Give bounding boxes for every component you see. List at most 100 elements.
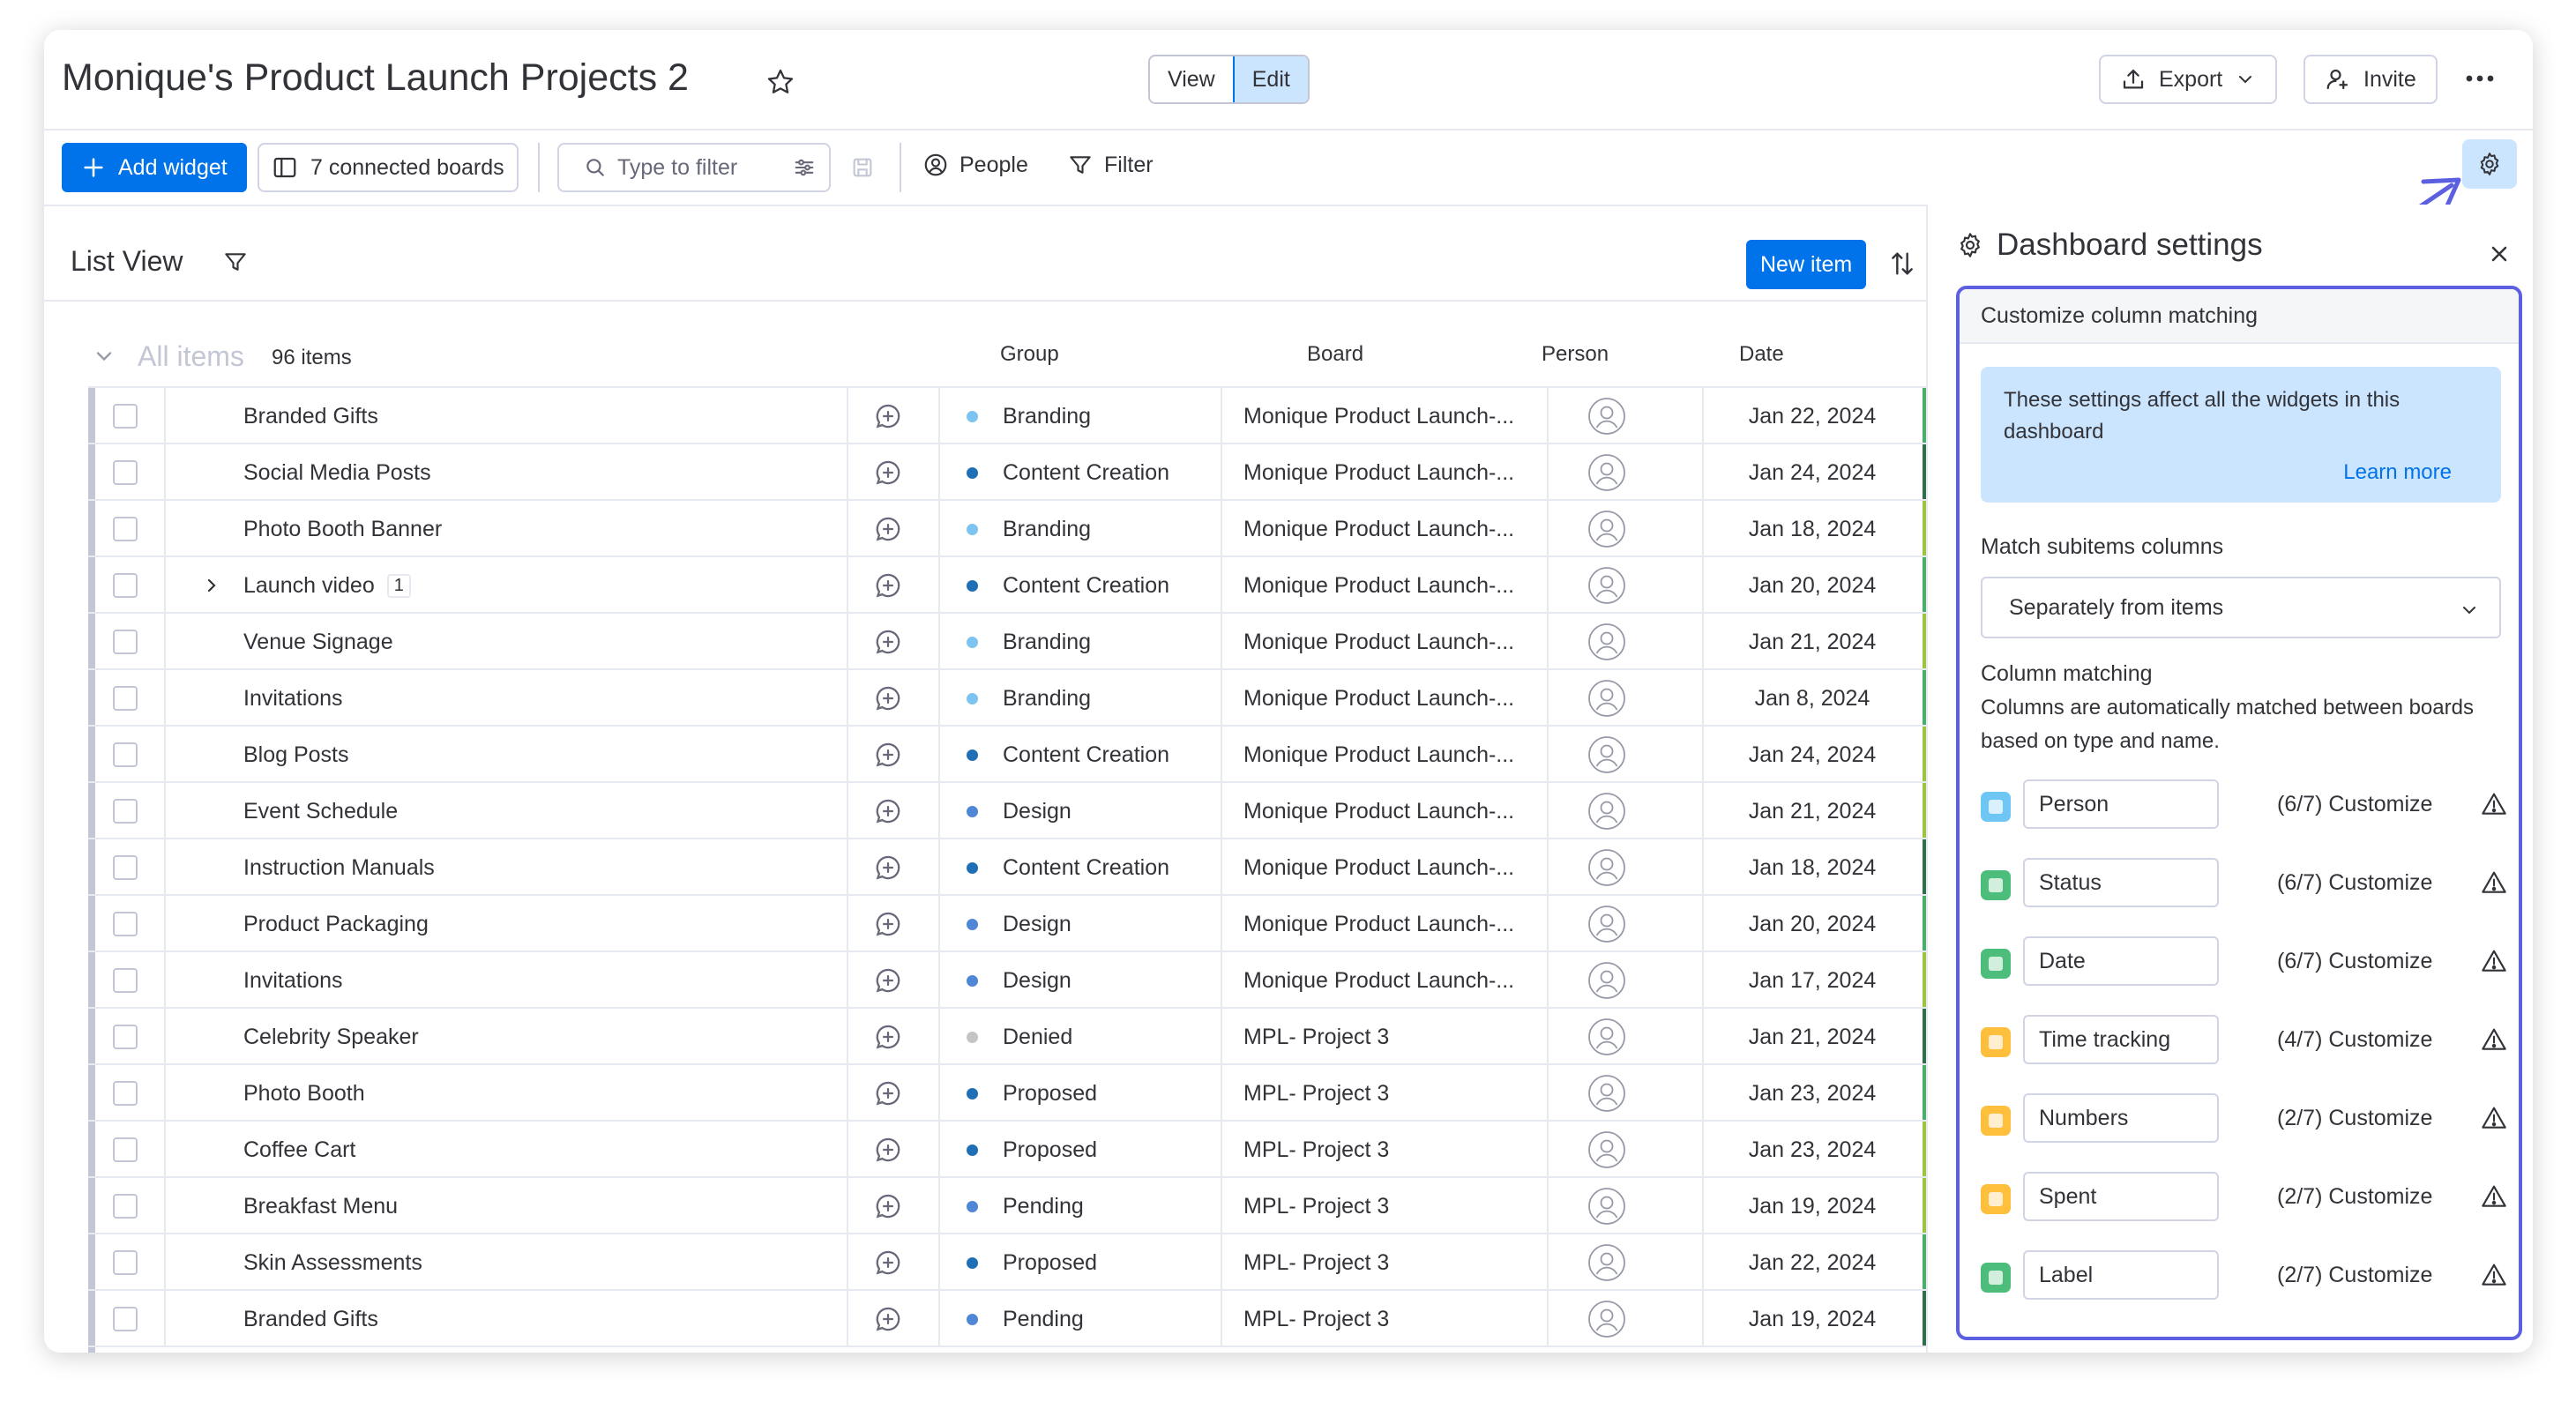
date-cell[interactable]: Jan 17, 2024 — [1702, 952, 1923, 1009]
person-avatar-icon[interactable] — [1587, 557, 1626, 614]
warning-icon[interactable] — [2480, 1104, 2508, 1132]
item-name[interactable]: Invitations — [243, 670, 343, 727]
date-cell[interactable]: Jan 19, 2024 — [1702, 1178, 1923, 1234]
date-cell[interactable]: Jan 18, 2024 — [1702, 501, 1923, 557]
column-header-group[interactable]: Group — [1000, 342, 1059, 367]
row-checkbox[interactable] — [113, 855, 138, 880]
customize-link[interactable]: Customize — [2328, 1184, 2432, 1209]
table-row[interactable]: Skin Assessments Proposed MPL- Project 3 Ja… — [88, 1234, 1997, 1291]
person-avatar-icon[interactable] — [1587, 1178, 1626, 1234]
add-update-icon[interactable] — [873, 839, 903, 896]
board-cell[interactable]: MPL- Project 3 — [1243, 1065, 1389, 1122]
column-name-field[interactable]: Date — [2023, 936, 2219, 986]
table-row[interactable]: Launch video 1 Content Creation Monique Pro… — [88, 557, 1997, 614]
row-checkbox[interactable] — [113, 1307, 138, 1331]
date-cell[interactable]: Jan 8, 2024 — [1702, 670, 1923, 727]
item-name[interactable]: Event Schedule — [243, 783, 398, 839]
row-checkbox[interactable] — [113, 1194, 138, 1219]
warning-icon[interactable] — [2480, 790, 2508, 818]
customize-link[interactable]: Customize — [2328, 1106, 2432, 1130]
customize-link[interactable]: Customize — [2328, 792, 2432, 816]
close-icon[interactable] — [2487, 242, 2512, 266]
table-row[interactable]: Branded Gifts Branding Monique Product Lau… — [88, 388, 1997, 444]
board-cell[interactable]: Monique Product Launch-... — [1243, 839, 1514, 896]
group-title[interactable]: All items — [138, 340, 244, 373]
warning-icon[interactable] — [2480, 947, 2508, 975]
add-widget-button[interactable]: Add widget — [62, 143, 247, 192]
table-row[interactable]: Social Media Posts Content Creation Moniqu… — [88, 444, 1997, 501]
date-cell[interactable]: Jan 18, 2024 — [1702, 839, 1923, 896]
add-update-icon[interactable] — [873, 783, 903, 839]
table-row[interactable]: Event Schedule Design Monique Product Laun… — [88, 783, 1997, 839]
date-cell[interactable]: Jan 23, 2024 — [1702, 1065, 1923, 1122]
person-avatar-icon[interactable] — [1587, 783, 1626, 839]
collapse-chevron-icon[interactable] — [92, 344, 116, 369]
board-cell[interactable]: Monique Product Launch-... — [1243, 952, 1514, 1009]
row-checkbox[interactable] — [113, 968, 138, 993]
date-cell[interactable]: Jan 21, 2024 — [1702, 614, 1923, 670]
warning-icon[interactable] — [2480, 1025, 2508, 1054]
table-row[interactable]: Invitations Branding Monique Product Launc… — [88, 670, 1997, 727]
date-cell[interactable]: Jan 21, 2024 — [1702, 783, 1923, 839]
table-row[interactable]: Invitations Design Monique Product Launch-… — [88, 952, 1997, 1009]
star-icon[interactable] — [765, 67, 795, 97]
warning-icon[interactable] — [2480, 1261, 2508, 1289]
table-row[interactable]: Blog Posts Content Creation Monique Produc… — [88, 727, 1997, 783]
add-update-icon[interactable] — [873, 388, 903, 444]
item-name[interactable]: Social Media Posts — [243, 444, 431, 501]
date-cell[interactable]: Jan 21, 2024 — [1702, 1009, 1923, 1065]
row-checkbox[interactable] — [113, 460, 138, 485]
person-avatar-icon[interactable] — [1587, 670, 1626, 727]
table-row[interactable]: Branded Gifts Pending MPL- Project 3 Jan 19… — [88, 1291, 1997, 1347]
export-button[interactable]: Export — [2099, 55, 2278, 104]
save-icon[interactable] — [850, 155, 875, 180]
item-name[interactable]: Venue Signage — [243, 614, 393, 670]
column-header-date[interactable]: Date — [1739, 342, 1784, 367]
board-cell[interactable]: Monique Product Launch-... — [1243, 783, 1514, 839]
more-options-icon[interactable] — [2462, 65, 2498, 92]
row-checkbox[interactable] — [113, 1250, 138, 1275]
filter-button[interactable]: Filter — [1067, 152, 1154, 178]
board-cell[interactable]: MPL- Project 3 — [1243, 1234, 1389, 1291]
item-name[interactable]: Coffee Cart — [243, 1122, 355, 1178]
row-checkbox[interactable] — [113, 799, 138, 824]
board-cell[interactable]: Monique Product Launch-... — [1243, 670, 1514, 727]
customize-link[interactable]: Customize — [2328, 949, 2432, 973]
add-update-icon[interactable] — [873, 1291, 903, 1347]
people-filter-button[interactable]: People — [922, 152, 1028, 178]
column-name-field[interactable]: Numbers — [2023, 1093, 2219, 1143]
add-update-icon[interactable] — [873, 727, 903, 783]
person-avatar-icon[interactable] — [1587, 1234, 1626, 1291]
table-row[interactable]: Product Packaging Design Monique Product L… — [88, 896, 1997, 952]
board-cell[interactable]: MPL- Project 3 — [1243, 1291, 1389, 1347]
add-update-icon[interactable] — [873, 1234, 903, 1291]
warning-icon[interactable] — [2480, 869, 2508, 897]
table-row[interactable]: Breakfast Menu Pending MPL- Project 3 Jan 1… — [88, 1178, 1997, 1234]
learn-more-link[interactable]: Learn more — [2343, 457, 2452, 488]
row-checkbox[interactable] — [113, 912, 138, 936]
board-cell[interactable]: Monique Product Launch-... — [1243, 727, 1514, 783]
sliders-icon[interactable] — [792, 155, 817, 180]
item-name[interactable]: Invitations — [243, 952, 343, 1009]
add-update-icon[interactable] — [873, 952, 903, 1009]
sort-icon[interactable] — [1887, 249, 1917, 279]
row-checkbox[interactable] — [113, 630, 138, 654]
person-avatar-icon[interactable] — [1587, 614, 1626, 670]
add-update-icon[interactable] — [873, 1178, 903, 1234]
column-name-field[interactable]: Spent — [2023, 1172, 2219, 1221]
date-cell[interactable]: Jan 24, 2024 — [1702, 444, 1923, 501]
customize-link[interactable]: Customize — [2328, 870, 2432, 895]
person-avatar-icon[interactable] — [1587, 1009, 1626, 1065]
item-name[interactable]: Instruction Manuals — [243, 839, 435, 896]
person-avatar-icon[interactable] — [1587, 501, 1626, 557]
board-cell[interactable]: Monique Product Launch-... — [1243, 501, 1514, 557]
person-avatar-icon[interactable] — [1587, 1122, 1626, 1178]
row-checkbox[interactable] — [113, 1137, 138, 1162]
column-name-field[interactable]: Label — [2023, 1250, 2219, 1300]
table-row[interactable]: Celebrity Speaker Denied MPL- Project 3 Jan… — [88, 1009, 1997, 1065]
row-checkbox[interactable] — [113, 742, 138, 767]
date-cell[interactable]: Jan 20, 2024 — [1702, 557, 1923, 614]
add-update-icon[interactable] — [873, 557, 903, 614]
item-name[interactable]: Branded Gifts — [243, 388, 378, 444]
column-header-person[interactable]: Person — [1542, 342, 1609, 367]
